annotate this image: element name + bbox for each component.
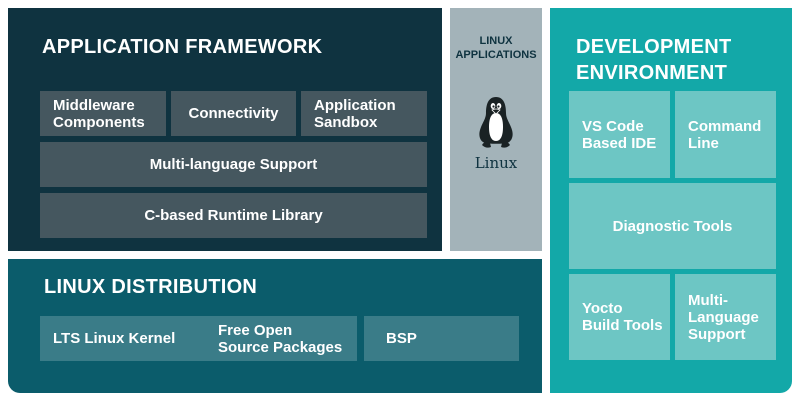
linux-applications-title: LINUX APPLICATIONS <box>450 34 542 62</box>
lts-linux-kernel-box: LTS Linux Kernel <box>40 316 210 361</box>
diagnostic-tools-box: Diagnostic Tools <box>569 183 776 269</box>
multi-language-support-box: Multi- Language Support <box>675 274 776 360</box>
application-framework-panel: APPLICATION FRAMEWORK Middleware Compone… <box>8 8 442 251</box>
multi-language-support-box: Multi-language Support <box>40 142 427 187</box>
application-framework-title: APPLICATION FRAMEWORK <box>42 36 323 58</box>
bsp-box: BSP <box>364 316 519 361</box>
yocto-build-tools-box: Yocto Build Tools <box>569 274 670 360</box>
development-environment-title: DEVELOPMENT ENVIRONMENT <box>576 36 732 84</box>
linux-applications-title-line2: APPLICATIONS <box>455 49 537 61</box>
application-sandbox-box: Application Sandbox <box>301 91 427 136</box>
linux-distribution-panel: LINUX DISTRIBUTION LTS Linux Kernel Free… <box>8 259 542 393</box>
linux-logo-caption: Linux <box>474 154 518 172</box>
vs-code-ide-box: VS Code Based IDE <box>569 91 670 178</box>
development-environment-panel: DEVELOPMENT ENVIRONMENT VS Code Based ID… <box>550 8 792 393</box>
linux-applications-title-line1: LINUX <box>479 35 513 47</box>
connectivity-box: Connectivity <box>171 91 296 136</box>
command-line-box: Command Line <box>675 91 776 178</box>
c-runtime-library-box: C-based Runtime Library <box>40 193 427 238</box>
linux-distribution-title: LINUX DISTRIBUTION <box>44 276 258 298</box>
linux-applications-panel: LINUX APPLICATIONS Linux <box>450 8 542 251</box>
tux-penguin-icon <box>479 97 513 148</box>
free-open-source-packages-box: Free Open Source Packages <box>205 316 357 361</box>
middleware-components-box: Middleware Components <box>40 91 166 136</box>
